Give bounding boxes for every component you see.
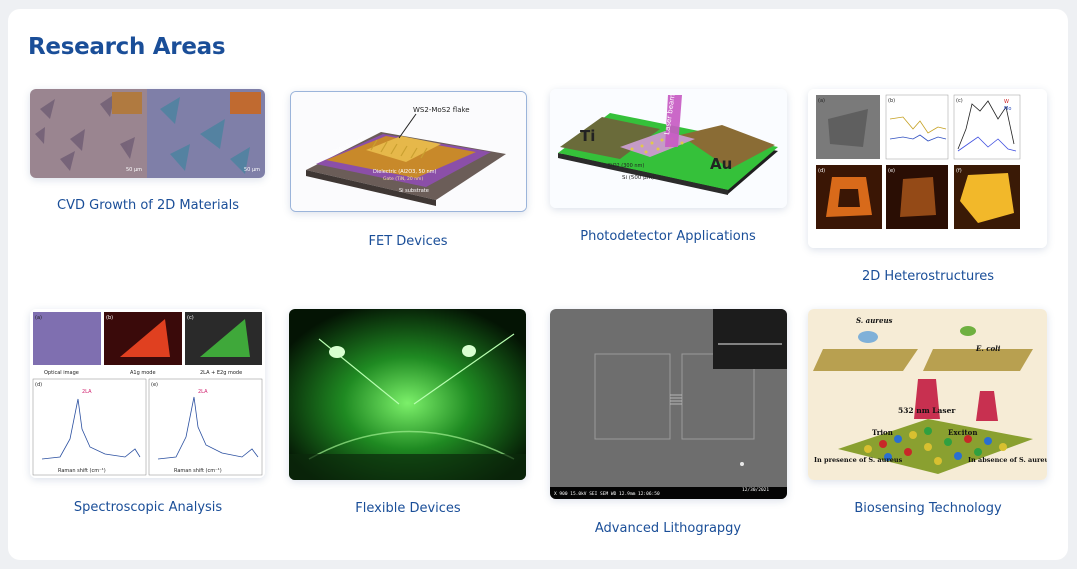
caption-c: 2LA + E2g mode — [200, 370, 242, 376]
sem-footer: X 900 15.0kV SEI SEM WD 12.9mm 12:06:50 — [554, 491, 660, 497]
card-label[interactable]: 2D Heterostructures — [862, 269, 994, 284]
bact2-label: E. coli — [975, 344, 1001, 353]
si-label: Si (500 μm) — [622, 175, 654, 181]
peak-label-d: 2LA — [82, 389, 92, 395]
panel-b-label: (b) — [106, 315, 113, 321]
lithography-image[interactable]: X 900 15.0kV SEI SEM WD 12.9mm 12:06:50 … — [550, 309, 787, 499]
xlabel-e: Raman shift (cm⁻¹) — [174, 468, 222, 474]
scale-bar-right: 50 μm — [244, 167, 260, 173]
card-label[interactable]: Advanced Lithograpgy — [595, 521, 741, 536]
cvd-growth-image[interactable]: 50 μm 50 μm — [30, 89, 265, 178]
oxide-label: SiO2 (300 nm) — [608, 163, 644, 169]
biosensing-image[interactable]: S. aureus E. coli 532 nm Laser Trion Exc… — [808, 309, 1047, 480]
scale-bar-left: 50 μm — [126, 167, 142, 173]
card-label[interactable]: Spectroscopic Analysis — [74, 500, 222, 515]
card-label[interactable]: Photodetector Applications — [580, 229, 756, 244]
trion-label: Trion — [872, 428, 893, 437]
panel-d-label: (d) — [35, 382, 42, 388]
absence-label: In absence of S. aureus — [968, 456, 1047, 464]
panel-c-label: (c) — [956, 98, 963, 104]
legend-w-label: W — [1004, 99, 1009, 105]
section-title: Research Areas — [28, 34, 226, 60]
panel-c-label: (c) — [187, 315, 194, 321]
legend-mo-label: Mo — [1004, 106, 1011, 112]
peak-label-e: 2LA — [198, 389, 208, 395]
au-label: Au — [710, 155, 732, 173]
panel-e-label: (e) — [151, 382, 158, 388]
panel-a-label: (a) — [35, 315, 42, 321]
panel-b-label: (b) — [888, 98, 895, 104]
panel-d-label: (d) — [818, 168, 825, 174]
bact1-label: S. aureus — [856, 316, 893, 325]
card-label[interactable]: Biosensing Technology — [854, 501, 1001, 516]
card-label[interactable]: FET Devices — [369, 234, 448, 249]
gate-label: Gate (TiN, 20 nm) — [383, 176, 423, 182]
photodetector-image[interactable]: Laser beam Ti Au SiO2 (300 nm) Si (500 μ… — [550, 89, 787, 208]
flake-label: WS2-MoS2 flake — [413, 106, 470, 114]
presence-label: In presence of S. aureus — [814, 456, 903, 464]
sem-date: 12/30/2021 — [742, 487, 769, 493]
flexible-devices-image[interactable] — [289, 309, 526, 480]
exciton-label: Exciton — [948, 428, 977, 437]
caption-a: Optical image — [44, 370, 79, 376]
dielectric-label: Dielectric (Al2O3, 50 nm) — [373, 169, 437, 175]
spectroscopic-image[interactable]: (a) (b) (c) Optical image A1g mode 2LA +… — [30, 309, 265, 478]
card-label[interactable]: CVD Growth of 2D Materials — [57, 198, 239, 213]
panel-e-label: (e) — [888, 168, 895, 174]
fet-devices-image[interactable]: WS2-MoS2 flake Cr/Au 5/50 nm Dielectric … — [290, 91, 527, 212]
ti-label: Ti — [580, 127, 595, 145]
caption-b: A1g mode — [130, 370, 156, 376]
panel-a-label: (a) — [818, 98, 825, 104]
card-label[interactable]: Flexible Devices — [355, 501, 460, 516]
panel-f-label: (f) — [956, 168, 962, 174]
substrate-label: Si substrate — [399, 188, 429, 194]
laser-label: 532 nm Laser — [898, 406, 956, 415]
heterostructures-image[interactable]: (a) (b) (c) (d) (e) (f) W Mo — [808, 89, 1047, 248]
xlabel-d: Raman shift (cm⁻¹) — [58, 468, 106, 474]
